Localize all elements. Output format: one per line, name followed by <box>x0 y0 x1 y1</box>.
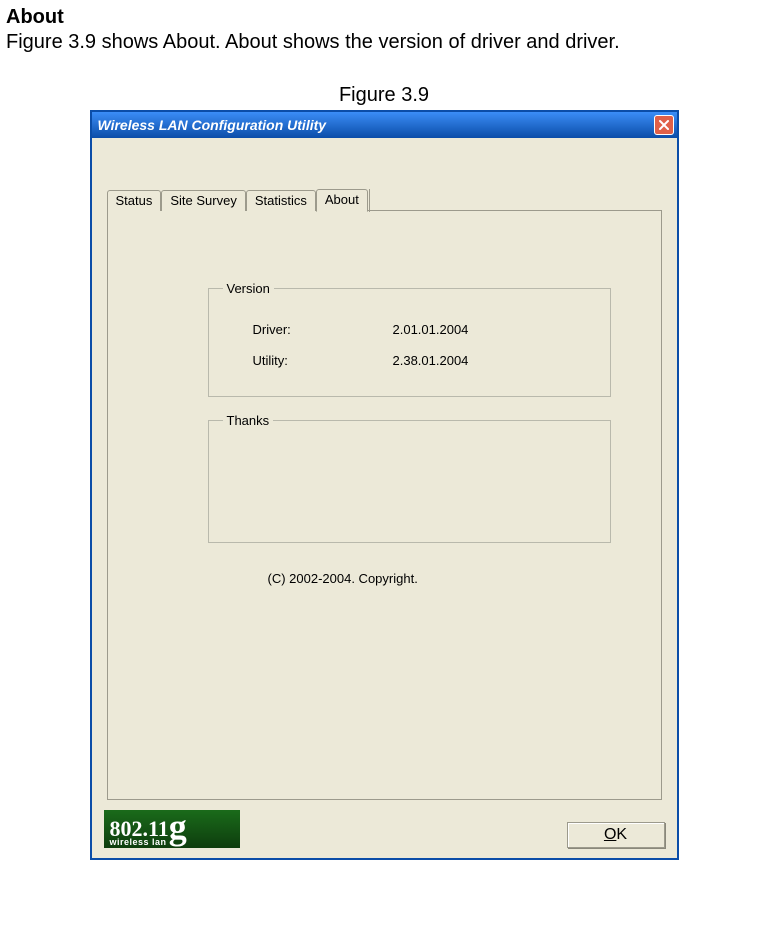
window-titlebar[interactable]: Wireless LAN Configuration Utility <box>92 112 677 138</box>
window-close-button[interactable] <box>654 115 674 135</box>
thanks-group-label: Thanks <box>223 413 274 428</box>
tab-strip: Status Site Survey Statistics About Vers… <box>107 188 662 800</box>
figure-caption: Figure 3.9 <box>0 84 768 107</box>
config-utility-window: Wireless LAN Configuration Utility Statu… <box>91 111 678 859</box>
section-paragraph: Figure 3.9 shows About. About shows the … <box>6 31 768 54</box>
driver-label: Driver: <box>253 322 393 337</box>
ok-button-label: OK <box>604 826 627 844</box>
close-icon <box>658 119 670 131</box>
thanks-groupbox: Thanks <box>208 413 611 543</box>
logo-subtext: wireless lan <box>110 837 167 847</box>
utility-label: Utility: <box>253 353 393 368</box>
tab-about[interactable]: About <box>316 189 368 212</box>
tab-page-about: Version Driver: 2.01.01.2004 Utility: 2.… <box>107 210 662 800</box>
version-group-label: Version <box>223 281 274 296</box>
window-client-area: Status Site Survey Statistics About Vers… <box>92 138 677 810</box>
copyright-text: (C) 2002-2004. Copyright. <box>268 571 611 586</box>
ok-button[interactable]: OK <box>567 822 665 848</box>
section-heading-about: About <box>6 6 768 29</box>
tab-status[interactable]: Status <box>107 190 162 211</box>
window-bottom-bar: 802.11g wireless lan OK <box>92 810 677 858</box>
driver-version-value: 2.01.01.2004 <box>393 322 469 337</box>
logo-text-g: g <box>169 813 187 842</box>
utility-version-value: 2.38.01.2004 <box>393 353 469 368</box>
tab-site-survey[interactable]: Site Survey <box>161 190 245 211</box>
tab-statistics[interactable]: Statistics <box>246 190 316 211</box>
wireless-lan-logo: 802.11g wireless lan <box>104 810 240 848</box>
version-groupbox: Version Driver: 2.01.01.2004 Utility: 2.… <box>208 281 611 397</box>
window-title: Wireless LAN Configuration Utility <box>98 117 327 133</box>
